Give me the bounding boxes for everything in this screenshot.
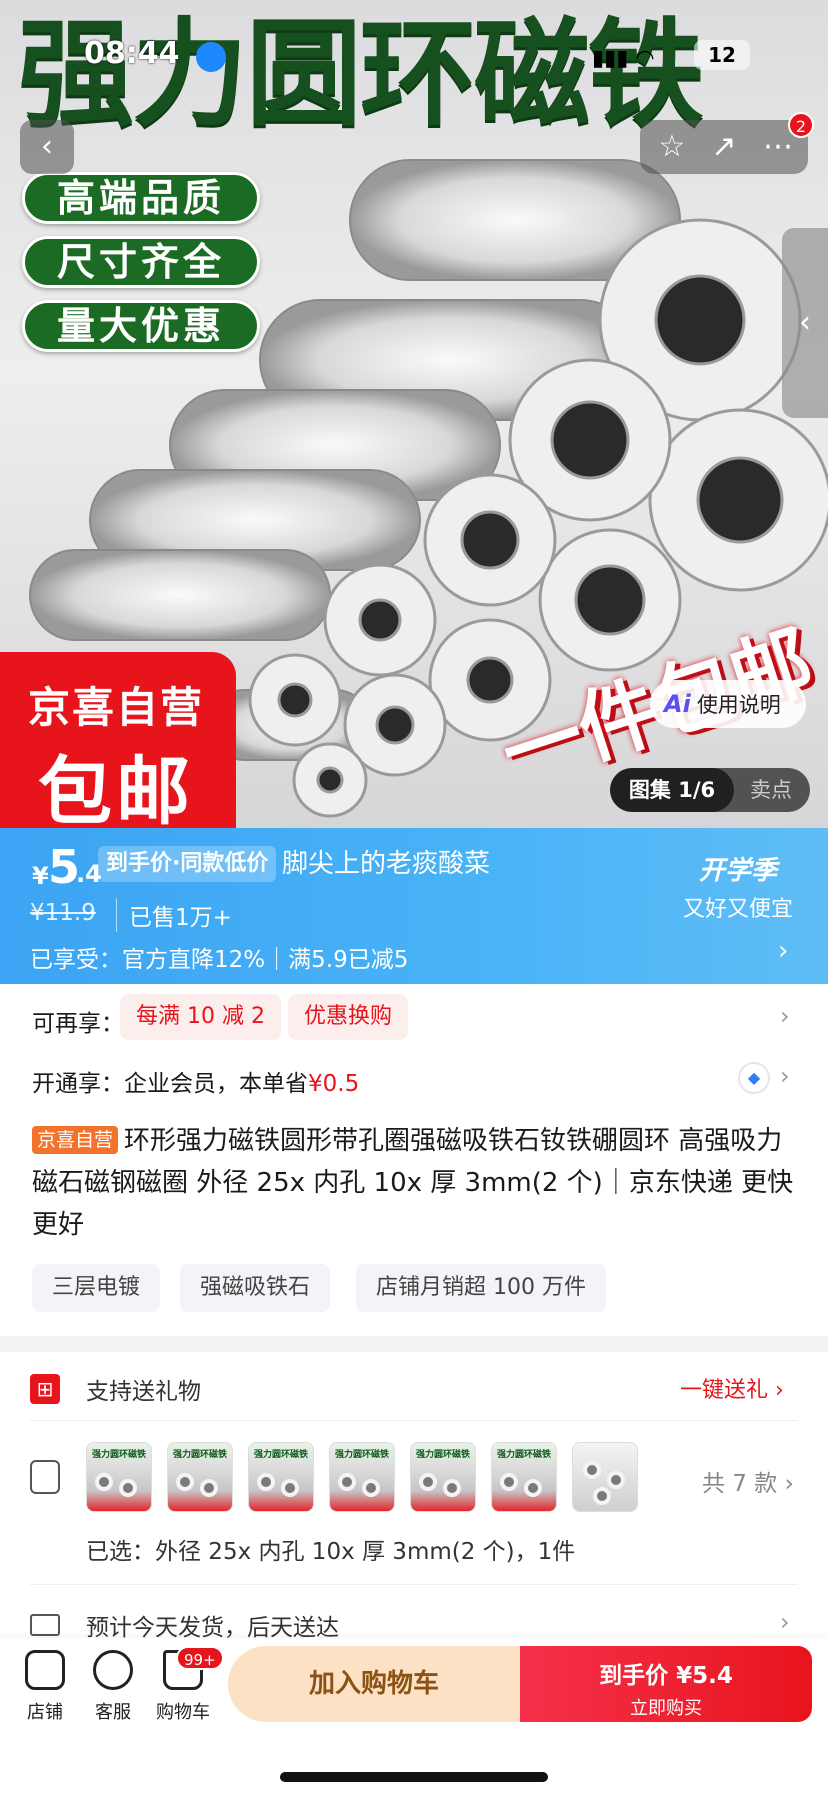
- buy-now-label: 立即购买: [630, 1698, 702, 1719]
- campaign-title: 开学季: [698, 856, 777, 886]
- feature-chip[interactable]: 店铺月销超 100 万件: [356, 1264, 606, 1312]
- side-drawer-handle[interactable]: ‹: [782, 228, 828, 418]
- favorite-star-icon[interactable]: ☆: [646, 120, 698, 174]
- coupon-spend-save[interactable]: 每满 10 减 2: [120, 994, 281, 1040]
- campaign-banner[interactable]: 开学季 又好又便宜: [668, 850, 808, 923]
- coupon-exchange[interactable]: 优惠换购: [288, 994, 409, 1040]
- chevron-right-icon[interactable]: ›: [780, 1062, 790, 1090]
- home-indicator: [280, 1772, 548, 1782]
- buy-now-button[interactable]: 到手价 ¥5.4 立即购买: [520, 1646, 812, 1722]
- enterprise-vip-icon: ◆: [738, 1062, 770, 1094]
- shipping-estimate: 预计今天发货，后天送达: [86, 1615, 339, 1641]
- thumb-caption: 强力圆环磁铁: [172, 1450, 227, 1460]
- chevron-right-icon[interactable]: ›: [780, 1608, 790, 1636]
- cart-label: 购物车: [156, 1702, 210, 1723]
- gallery-tab[interactable]: 图集 1/6: [610, 768, 734, 812]
- spec-thumbnail[interactable]: 强力圆环磁铁: [410, 1442, 476, 1512]
- service-label: 客服: [95, 1702, 131, 1723]
- add-to-cart-button[interactable]: 加入购物车: [228, 1646, 520, 1722]
- more-offers-label: 可再享：: [32, 1011, 124, 1037]
- status-bar: 08:44 ▮▮▮ ◠ 12: [0, 0, 828, 110]
- product-title-text: 环形强力磁铁圆形带孔圈强磁吸铁石钕铁硼圆环 高强吸力磁石磁钢磁圈 外径 25x …: [32, 1126, 794, 1240]
- campaign-subtitle: 又好又便宜: [682, 897, 793, 922]
- applied-discounts: 已享受：官方直降12%｜满5.9已减5: [30, 947, 409, 973]
- signal-wifi-icon: ▮▮▮ ◠: [592, 46, 655, 71]
- product-title: 京喜自营 环形强力磁铁圆形带孔圈强磁吸铁石钕铁硼圆环 高强吸力磁石磁钢磁圈 外径 …: [32, 1120, 802, 1246]
- store-icon: [25, 1650, 65, 1690]
- chevron-left-icon: ‹: [799, 305, 811, 340]
- thumb-caption: 强力圆环磁铁: [415, 1450, 470, 1460]
- thumb-caption: 强力圆环磁铁: [496, 1450, 551, 1460]
- buyer-username: 脚尖上的老痰酸菜: [282, 849, 491, 879]
- divider: [30, 1420, 798, 1421]
- gift-icon: ⊞: [30, 1374, 60, 1404]
- ai-instructions-button[interactable]: Ai 使用说明: [650, 680, 806, 728]
- feature-chip[interactable]: 强磁吸铁石: [180, 1264, 331, 1312]
- chevron-right-icon[interactable]: ›: [778, 936, 788, 966]
- bottom-action-bar: 店铺 客服 购物车 99+ 加入购物车 到手价 ¥5.4 立即购买: [0, 1638, 828, 1795]
- cart-count-badge: 99+: [176, 1646, 224, 1670]
- store-button[interactable]: 店铺: [10, 1650, 80, 1724]
- buy-price: 到手价 ¥5.4: [599, 1663, 733, 1689]
- share-icon[interactable]: ↗: [698, 120, 750, 174]
- gallery-switcher[interactable]: 图集 1/6 卖点: [610, 768, 810, 812]
- store-label: 店铺: [27, 1702, 63, 1723]
- vip-offer[interactable]: 开通享：企业会员，本单省¥0.5: [32, 1064, 359, 1098]
- ai-icon: Ai: [664, 690, 691, 718]
- price-tag: 到手价·同款低价: [98, 846, 277, 882]
- spec-thumbnail[interactable]: 强力圆环磁铁: [248, 1442, 314, 1512]
- sold-count: 已售1万+: [116, 898, 232, 932]
- top-actions: ☆ ↗ ⋯ 2: [640, 112, 814, 174]
- selected-variant: 已选：外径 25x 内孔 10x 厚 3mm(2 个)，1件: [86, 1539, 576, 1565]
- battery-indicator: 12: [694, 40, 750, 70]
- thumb-caption: 强力圆环磁铁: [91, 1450, 146, 1460]
- send-gift-link[interactable]: 一键送礼 ›: [680, 1372, 784, 1404]
- jingxi-self-operated-badge: 京喜自营 包邮: [0, 652, 236, 828]
- back-button[interactable]: ‹: [20, 120, 74, 174]
- status-time: 08:44: [84, 36, 180, 71]
- spec-icon: [30, 1460, 60, 1494]
- ai-label: 使用说明: [696, 693, 781, 717]
- original-price: ¥11.9: [30, 900, 96, 926]
- jingxi-tag: 京喜自营: [32, 1126, 119, 1154]
- thumb-caption: 强力圆环磁铁: [253, 1450, 308, 1460]
- spec-thumbnail[interactable]: [572, 1442, 638, 1512]
- product-info-card: 可再享： 每满 10 减 2 优惠换购 › 开通享：企业会员，本单省¥0.5 ◆…: [0, 984, 828, 1336]
- spec-thumbnail[interactable]: 强力圆环磁铁: [491, 1442, 557, 1512]
- thumb-caption: 强力圆环磁铁: [334, 1450, 389, 1460]
- hero-pill-quality: 高端品质: [22, 172, 260, 224]
- hero-pill-sizes: 尺寸齐全: [22, 236, 260, 288]
- message-count-badge: 2: [788, 112, 814, 138]
- divider: [30, 1584, 798, 1585]
- selling-points-tab[interactable]: 卖点: [750, 768, 792, 812]
- spec-thumbnail[interactable]: 强力圆环磁铁: [167, 1442, 233, 1512]
- spec-thumbnail[interactable]: 强力圆环磁铁: [86, 1442, 152, 1512]
- badge-line1: 京喜自营: [28, 683, 205, 732]
- badge-line2: 包邮: [38, 749, 194, 828]
- location-arrow-icon: [196, 42, 226, 72]
- variant-count[interactable]: 共 7 款 ›: [702, 1464, 794, 1498]
- gift-support-label: 支持送礼物: [86, 1379, 201, 1405]
- send-gift-label: 一键送礼: [680, 1378, 769, 1403]
- customer-service-button[interactable]: 客服: [78, 1650, 148, 1724]
- vip-save-amount: ¥0.5: [308, 1071, 360, 1097]
- truck-icon: [30, 1614, 60, 1636]
- spec-thumbnail[interactable]: 强力圆环磁铁: [329, 1442, 395, 1512]
- price-currency: ¥: [32, 862, 49, 890]
- price-bar[interactable]: ¥ 5 .4 到手价·同款低价 脚尖上的老痰酸菜 ¥11.9 已售1万+ 已享受…: [0, 828, 828, 984]
- variant-count-label: 共 7 款: [702, 1471, 778, 1497]
- chevron-left-icon: ‹: [41, 129, 53, 164]
- smile-service-icon: [93, 1650, 133, 1690]
- chevron-right-icon[interactable]: ›: [780, 1002, 790, 1030]
- hero-pill-discount: 量大优惠: [22, 300, 260, 352]
- feature-chip[interactable]: 三层电镀: [32, 1264, 161, 1312]
- vip-offer-text: 开通享：企业会员，本单省: [32, 1071, 308, 1097]
